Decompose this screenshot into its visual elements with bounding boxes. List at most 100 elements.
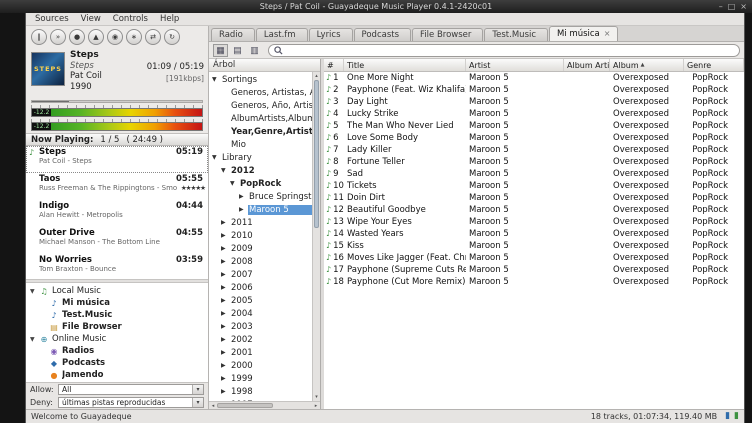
album-art[interactable]: STEPS [31,52,65,86]
column-header-album-artist[interactable]: Album Artist [564,59,610,71]
record-button[interactable]: ● [69,29,85,45]
tree-item[interactable]: ▶ 2002 [209,333,312,346]
expander-icon[interactable]: ▶ [221,323,230,330]
table-row[interactable]: ♪ 17 Payphone (Supreme Cuts Remix) Maroo… [324,264,744,276]
column-header-artist[interactable]: Artist [466,59,564,71]
expander-icon[interactable]: ▶ [221,388,230,395]
view-list-button[interactable]: ▤ [230,44,245,57]
expander-icon[interactable]: ▶ [221,232,230,239]
equalizer-blue-icon[interactable]: ▮ [725,412,730,421]
table-row[interactable]: ♪ 2 Payphone (Feat. Wiz Khalifa) Maroon … [324,84,744,96]
table-row[interactable]: ♪ 16 Moves Like Jagger (Feat. Christina … [324,252,744,264]
tree-item[interactable]: ▶ 2007 [209,268,312,281]
menu-item[interactable]: Help [154,13,185,25]
tab-lastfm[interactable]: Last.fm [256,28,308,41]
expander-icon[interactable]: ▶ [221,297,230,304]
tree-item[interactable]: ▶ Maroon 5 [209,203,312,216]
scroll-right-icon[interactable]: ▸ [312,402,320,409]
expander-icon[interactable]: ▶ [221,219,230,226]
tab-radio[interactable]: Radio [211,28,255,41]
menu-item[interactable]: Controls [107,13,154,25]
tree-item[interactable]: ▶ 2011 [209,216,312,229]
tab-test-music[interactable]: Test.Music [484,28,548,41]
smart-play-button[interactable]: ∗ [126,29,142,45]
tree-header[interactable]: Árbol [209,59,320,72]
table-row[interactable]: ♪ 15 Kiss Maroon 5 Overexposed PopRock [324,240,744,252]
view-albums-button[interactable]: ▦ [213,44,228,57]
tree-item[interactable]: Generos, Año, Artistas, Albumes [209,99,312,112]
table-row[interactable]: ♪ 9 Sad Maroon 5 Overexposed PopRock [324,168,744,180]
column-header-title[interactable]: Title [344,59,466,71]
source-item[interactable]: ♪ Test.Music [26,309,208,321]
column-header-genre[interactable]: Genre [684,59,744,71]
expander-icon[interactable]: ▶ [239,206,248,213]
table-row[interactable]: ♪ 10 Tickets Maroon 5 Overexposed PopRoc… [324,180,744,192]
table-row[interactable]: ♪ 3 Day Light Maroon 5 Overexposed PopRo… [324,96,744,108]
playlist-item[interactable]: Indigo 04:44 Alan Hewitt - Metropolis [26,200,208,227]
expander-icon[interactable]: ▶ [221,245,230,252]
table-row[interactable]: ♪ 14 Wasted Years Maroon 5 Overexposed P… [324,228,744,240]
equalizer-green-icon[interactable]: ▮ [734,412,739,421]
playlist-item[interactable]: ♪ Steps 05:19 Pat Coil - Steps [26,146,208,173]
tree-item[interactable]: Generos, Artistas, Albumes [209,86,312,99]
source-item[interactable]: ▼ ⊕ Online Music [26,333,208,345]
table-row[interactable]: ♪ 4 Lucky Strike Maroon 5 Overexposed Po… [324,108,744,120]
tree-item[interactable]: ▼ 2012 [209,164,312,177]
seek-slider[interactable] [31,100,203,103]
column-header-num[interactable]: # [324,59,344,71]
tab-close-icon[interactable]: × [604,30,611,38]
pause-button[interactable]: ‖ [31,29,47,45]
playlist-item[interactable]: Outer Drive 04:55 Michael Manson - The B… [26,227,208,254]
shuffle-button[interactable]: ⇄ [145,29,161,45]
tree-item[interactable]: ▶ 2004 [209,307,312,320]
tree-item[interactable]: ▶ 2010 [209,229,312,242]
tree-item[interactable]: ▶ 1998 [209,385,312,398]
tree-item[interactable]: ▶ Bruce Springsteen [209,190,312,203]
tree-item[interactable]: ▶ 2003 [209,320,312,333]
search-input[interactable] [286,45,734,56]
expander-icon[interactable]: ▶ [221,310,230,317]
scroll-down-icon[interactable]: ▾ [313,393,320,401]
tree-item[interactable]: ▼ Sortings [209,73,312,86]
tree-item[interactable]: AlbumArtists,Album [209,112,312,125]
expander-icon[interactable]: ▼ [30,336,39,343]
expander-icon[interactable]: ▶ [221,284,230,291]
tab-podcasts[interactable]: Podcasts [354,28,412,41]
table-row[interactable]: ♪ 6 Love Some Body Maroon 5 Overexposed … [324,132,744,144]
tree-item[interactable]: ▶ 2005 [209,294,312,307]
view-details-button[interactable]: ▥ [247,44,262,57]
expander-icon[interactable]: ▼ [230,180,239,187]
tree-item[interactable]: ▶ 2000 [209,359,312,372]
tree-item[interactable]: ▶ 2001 [209,346,312,359]
source-item[interactable]: ▤ File Browser [26,321,208,333]
eject-button[interactable]: ▲ [88,29,104,45]
close-button[interactable]: × [740,2,747,12]
scrollbar-thumb[interactable] [217,403,273,408]
expander-icon[interactable]: ▶ [239,193,248,200]
repeat-button[interactable]: ↻ [164,29,180,45]
table-row[interactable]: ♪ 13 Wipe Your Eyes Maroon 5 Overexposed… [324,216,744,228]
tree-item[interactable]: ▼ Library [209,151,312,164]
menu-item[interactable]: View [75,13,107,25]
tab-lyrics[interactable]: Lyrics [309,28,353,41]
tree-item[interactable]: ▶ 2009 [209,242,312,255]
table-row[interactable]: ♪ 5 The Man Who Never Lied Maroon 5 Over… [324,120,744,132]
allow-select[interactable]: All ▾ [58,384,204,395]
expander-icon[interactable]: ▶ [221,336,230,343]
expander-icon[interactable]: ▶ [221,271,230,278]
volume-button[interactable]: ◉ [107,29,123,45]
source-item[interactable]: ◆ Podcasts [26,357,208,369]
expander-icon[interactable]: ▶ [221,258,230,265]
source-item[interactable]: ● Jamendo [26,369,208,381]
maximize-button[interactable]: □ [728,2,736,12]
table-row[interactable]: ♪ 18 Payphone (Cut More Remix) Maroon 5 … [324,276,744,288]
tree-vertical-scrollbar[interactable]: ▴ ▾ [312,72,320,401]
tree-item[interactable]: ▶ 2008 [209,255,312,268]
expander-icon[interactable]: ▼ [221,167,230,174]
scroll-up-icon[interactable]: ▴ [313,72,320,80]
expander-icon[interactable]: ▶ [221,375,230,382]
expander-icon[interactable]: ▶ [221,349,230,356]
expander-icon[interactable]: ▼ [30,288,39,295]
table-row[interactable]: ♪ 8 Fortune Teller Maroon 5 Overexposed … [324,156,744,168]
scroll-left-icon[interactable]: ◂ [209,402,217,409]
